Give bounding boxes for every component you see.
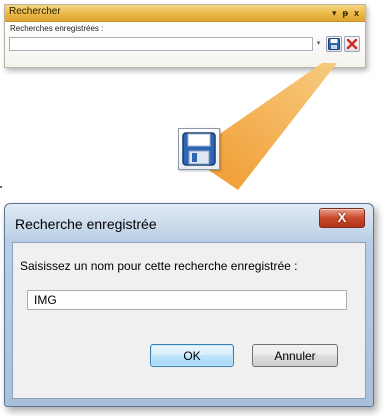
dialog-prompt: Saisissez un nom pour cette recherche en… bbox=[20, 259, 298, 273]
floppy-disk-icon bbox=[182, 132, 216, 166]
callout-beam bbox=[188, 63, 337, 190]
save-search-dialog: Recherche enregistrée X Saisissez un nom… bbox=[4, 203, 374, 407]
ok-button[interactable]: OK bbox=[150, 344, 234, 367]
magnified-save-button bbox=[178, 128, 220, 170]
cancel-button[interactable]: Annuler bbox=[252, 344, 338, 367]
dialog-close-button[interactable]: X bbox=[319, 208, 365, 228]
search-name-input[interactable] bbox=[27, 290, 347, 310]
dialog-title: Recherche enregistrée bbox=[15, 216, 157, 232]
margin-dot bbox=[0, 186, 2, 188]
close-icon: X bbox=[337, 210, 347, 225]
dialog-content: Saisissez un nom pour cette recherche en… bbox=[12, 242, 366, 399]
